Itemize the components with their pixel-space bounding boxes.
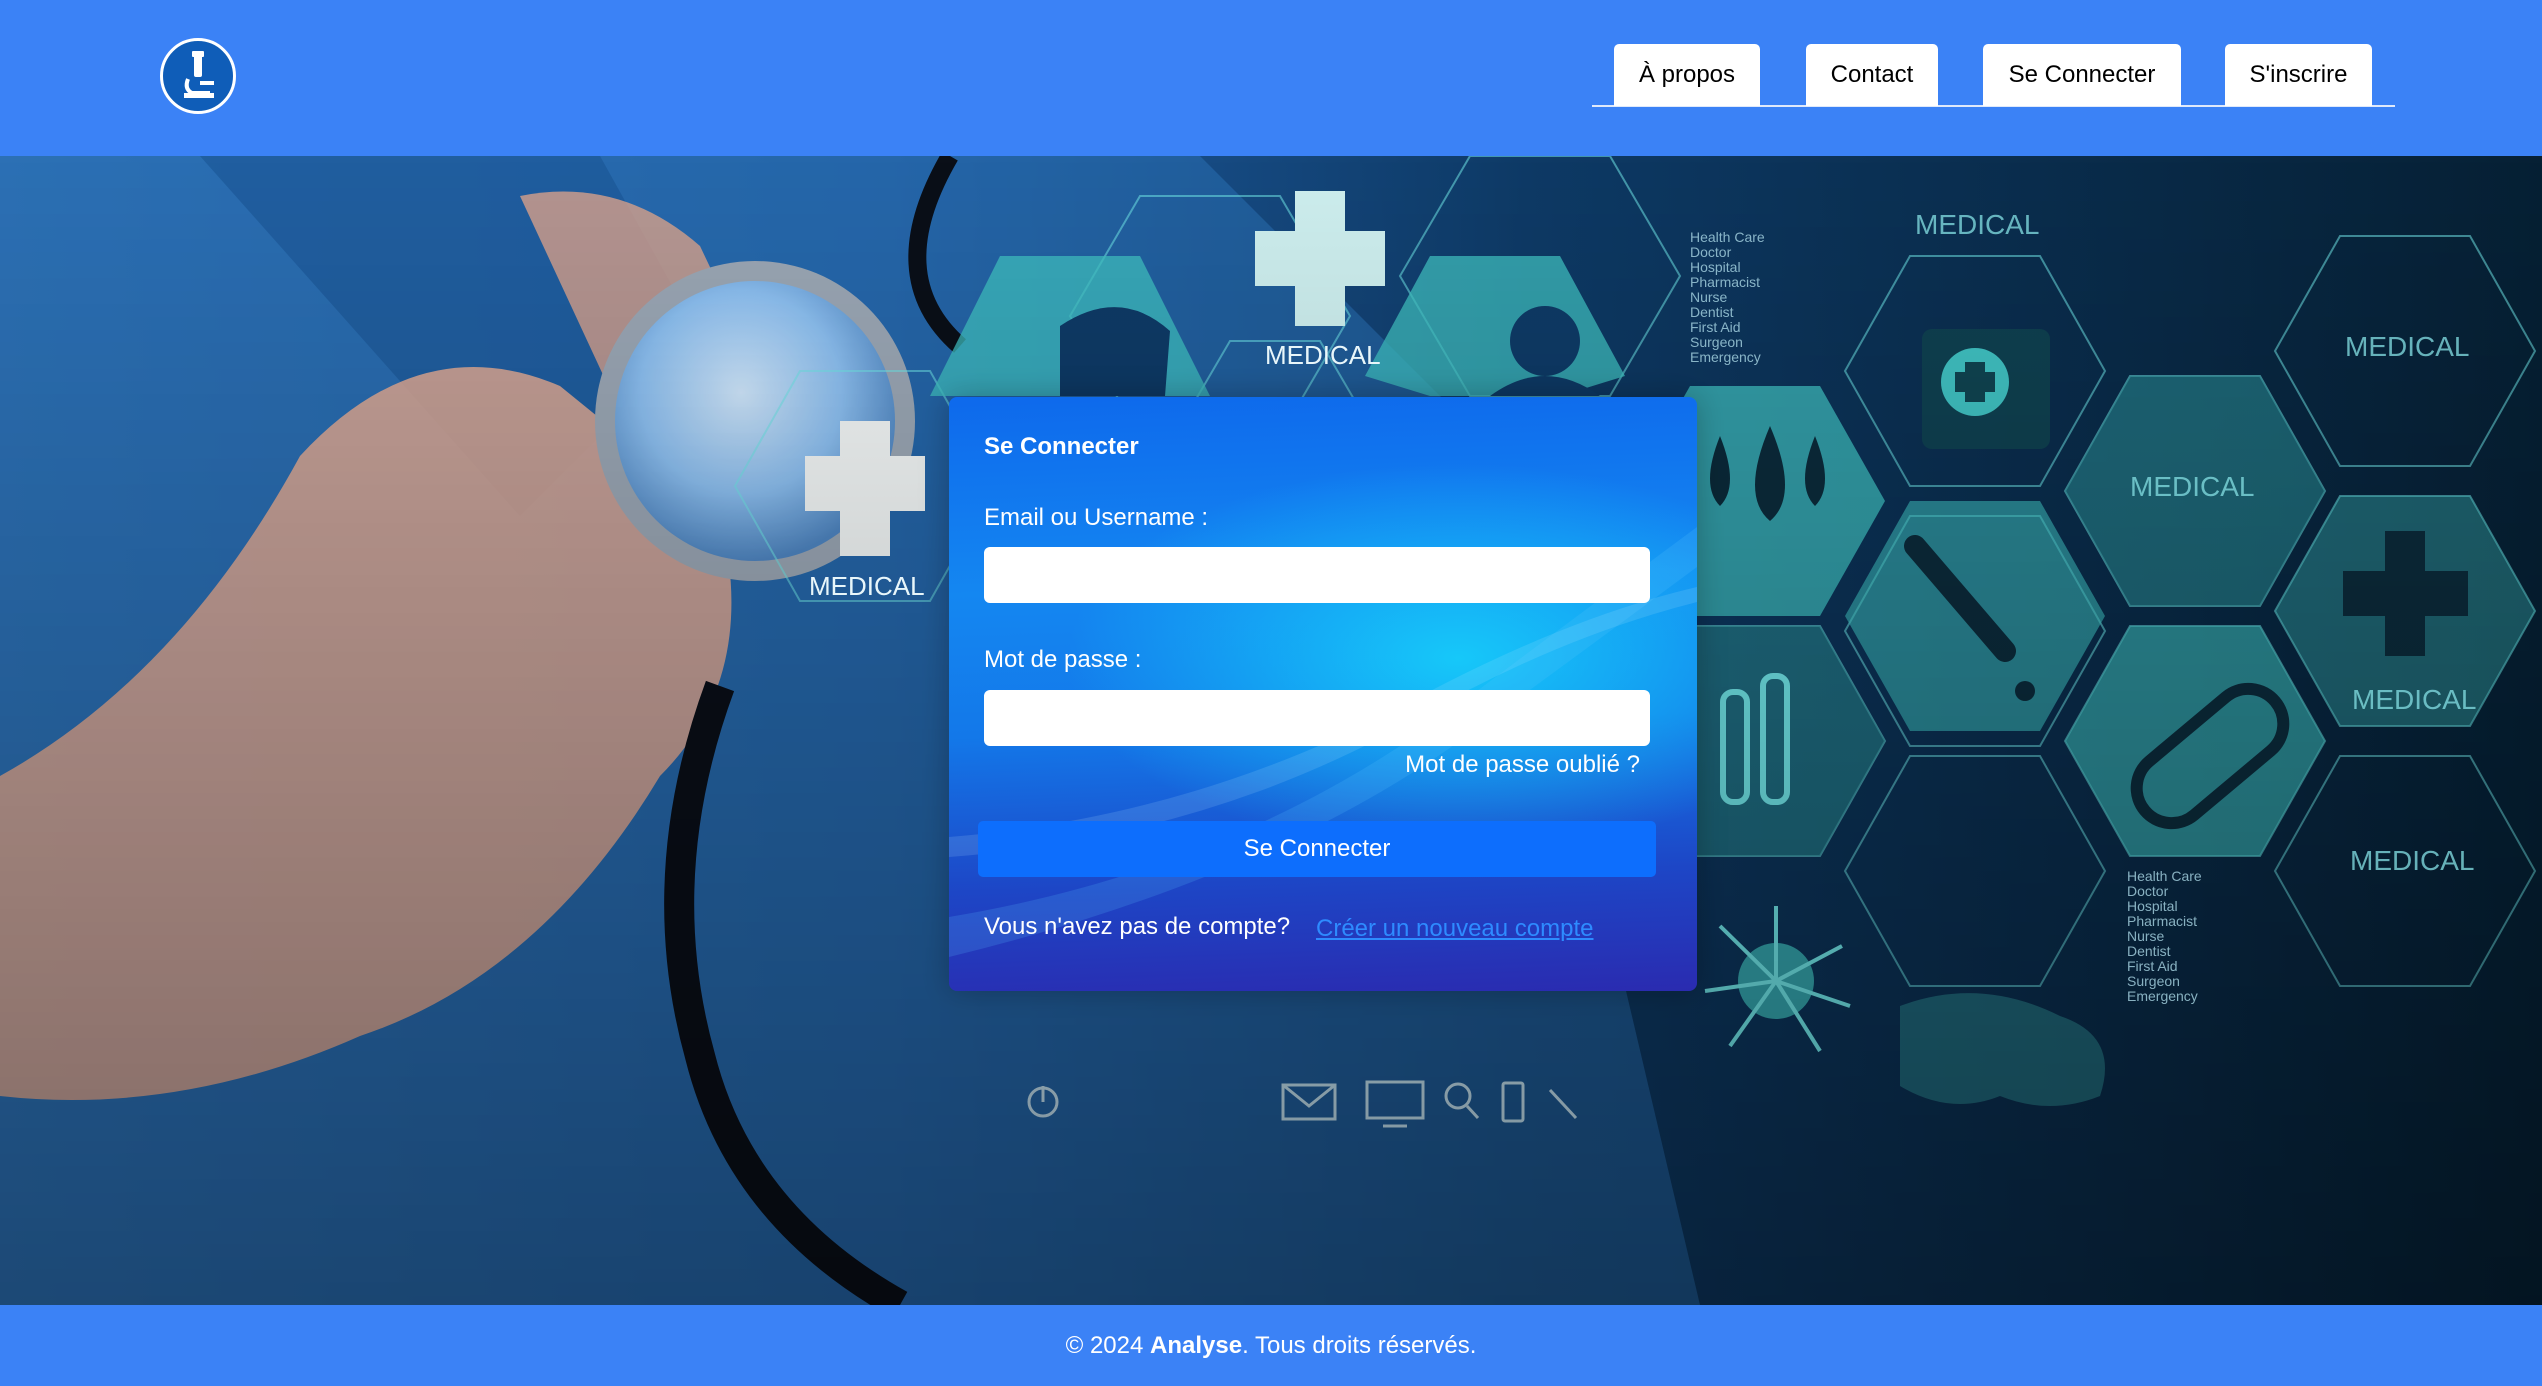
svg-text:Health Care: Health Care: [1690, 229, 1765, 245]
svg-text:First Aid: First Aid: [2127, 958, 2178, 974]
nav-signup-button[interactable]: S'inscrire: [2225, 44, 2372, 106]
email-input[interactable]: [984, 547, 1650, 603]
footer-copyright-suffix: . Tous droits réservés.: [1242, 1331, 1477, 1359]
svg-text:Surgeon: Surgeon: [1690, 334, 1743, 350]
nav-login-button[interactable]: Se Connecter: [1983, 44, 2181, 106]
svg-text:Hospital: Hospital: [1690, 259, 1741, 275]
footer-brand: Analyse: [1150, 1331, 1243, 1359]
footer-copyright-prefix: © 2024: [1065, 1331, 1151, 1359]
hex-label-medical-4: MEDICAL: [2345, 331, 2469, 362]
svg-text:Emergency: Emergency: [2127, 988, 2198, 1004]
site-footer: © 2024 Analyse . Tous droits réservés.: [0, 1305, 2542, 1386]
no-account-text: Vous n'avez pas de compte?: [984, 913, 1291, 940]
login-card: Se Connecter Email ou Username : Mot de …: [949, 397, 1697, 991]
svg-text:Dentist: Dentist: [2127, 943, 2171, 959]
create-account-link[interactable]: Créer un nouveau compte: [1316, 915, 1594, 943]
svg-text:Emergency: Emergency: [1690, 349, 1761, 365]
svg-text:Surgeon: Surgeon: [2127, 973, 2180, 989]
svg-text:Nurse: Nurse: [1690, 289, 1728, 305]
nav-contact-button[interactable]: Contact: [1806, 44, 1938, 106]
site-header: À propos Contact Se Connecter S'inscrire: [0, 0, 2542, 156]
svg-text:Hospital: Hospital: [2127, 898, 2178, 914]
nav-about-button[interactable]: À propos: [1614, 44, 1760, 106]
hex-label-medical-3: MEDICAL: [1915, 209, 2039, 240]
svg-text:Doctor: Doctor: [1690, 244, 1732, 260]
svg-text:Pharmacist: Pharmacist: [1690, 274, 1760, 290]
login-title: Se Connecter: [984, 433, 1139, 460]
svg-text:Nurse: Nurse: [2127, 928, 2165, 944]
email-label: Email ou Username :: [984, 504, 1209, 531]
hex-label-medical-1: MEDICAL: [1265, 340, 1381, 370]
hex-label-medical-6: MEDICAL: [2352, 684, 2476, 715]
svg-text:Health Care: Health Care: [2127, 868, 2202, 884]
svg-text:Doctor: Doctor: [2127, 883, 2169, 899]
svg-text:Pharmacist: Pharmacist: [2127, 913, 2197, 929]
microscope-logo-icon[interactable]: [160, 38, 236, 114]
password-input[interactable]: [984, 690, 1650, 746]
password-label: Mot de passe :: [984, 646, 1142, 673]
hex-label-medical-2: MEDICAL: [809, 571, 925, 601]
forgot-password-link[interactable]: Mot de passe oublié ?: [1405, 751, 1640, 779]
svg-text:First Aid: First Aid: [1690, 319, 1741, 335]
hex-label-medical-5: MEDICAL: [2130, 471, 2254, 502]
svg-text:Dentist: Dentist: [1690, 304, 1734, 320]
hex-label-medical-7: MEDICAL: [2350, 845, 2474, 876]
login-submit-button[interactable]: Se Connecter: [978, 821, 1656, 877]
